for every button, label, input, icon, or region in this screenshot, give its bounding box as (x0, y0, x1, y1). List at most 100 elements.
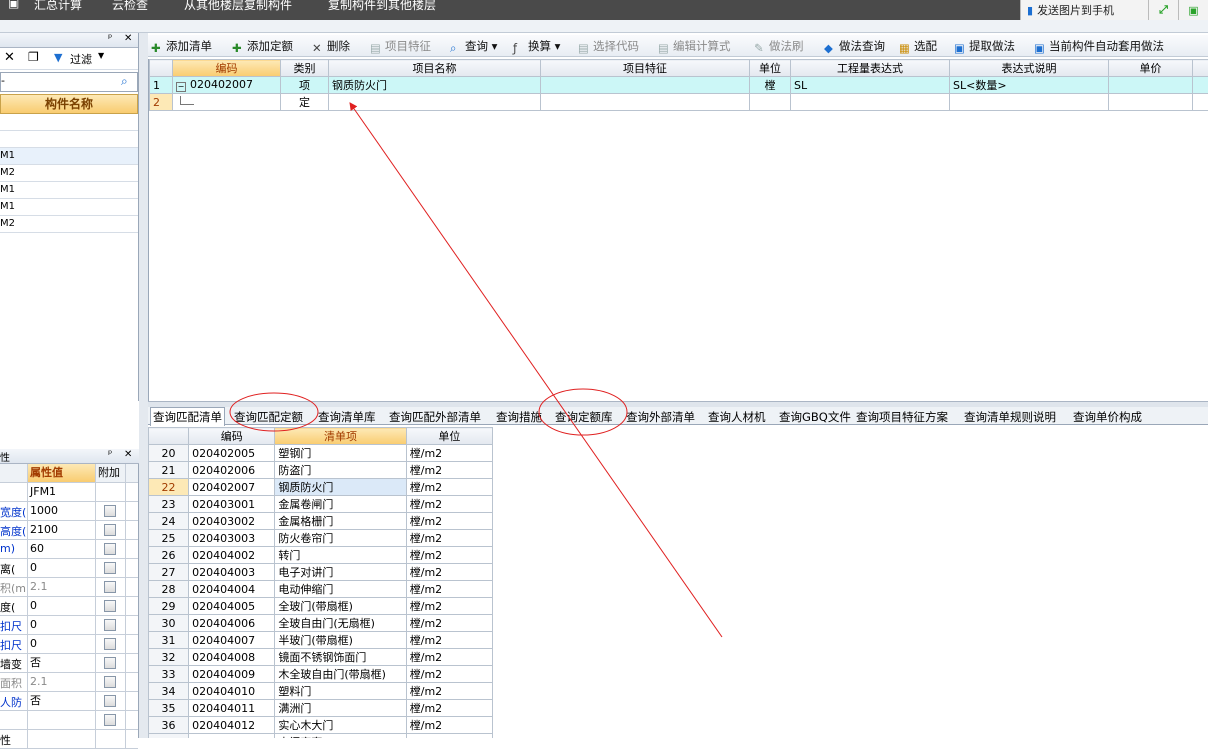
code-cell[interactable]: 020403003 (189, 530, 275, 547)
property-value[interactable]: 1000 (27, 502, 95, 520)
unit-cell[interactable]: 樘/m2 (406, 598, 492, 615)
tab-7[interactable]: 查询人材机 (708, 409, 766, 425)
pin-icon[interactable]: ᵖ (108, 449, 112, 460)
bill-item-cell[interactable]: 电子对讲门 (275, 564, 406, 581)
bill-item-cell[interactable]: 钢质防火门 (275, 479, 406, 496)
expression-desc-cell[interactable]: SL<数量> (950, 77, 1109, 94)
code-cell[interactable]: 020404005 (189, 598, 275, 615)
collapse-icon[interactable]: − (176, 82, 186, 92)
code-cell[interactable]: 020404003 (189, 564, 275, 581)
table-row[interactable]: 24020403002金属格栅门樘/m2 (149, 513, 493, 530)
code-cell[interactable]: −020402007 (173, 77, 281, 94)
feature-cell[interactable] (541, 77, 750, 94)
name-cell[interactable]: 钢质防火门 (329, 77, 541, 94)
type-column-header[interactable]: 类别 (281, 60, 329, 77)
extract-button[interactable]: ▣提取做法 (954, 38, 1015, 54)
unit-cell[interactable]: 樘/m2 (406, 717, 492, 734)
bill-item-cell[interactable]: 塑料门 (275, 683, 406, 700)
code-cell[interactable]: 020402006 (189, 462, 275, 479)
unit-cell[interactable]: 樘/m2 (406, 496, 492, 513)
list-item-empty[interactable] (0, 131, 138, 148)
name-column-header[interactable]: 项目名称 (329, 60, 541, 77)
property-value[interactable]: 0 (27, 597, 95, 615)
unit-cell[interactable]: 樘/m2 (406, 615, 492, 632)
checkbox[interactable] (104, 657, 116, 669)
price-cell[interactable] (1109, 77, 1193, 94)
send-to-phone-button[interactable]: ▮ 发送图片到手机 (1020, 0, 1148, 20)
unit-column-header[interactable]: 单位 (750, 60, 791, 77)
property-value[interactable]: 2.1 (27, 673, 95, 691)
tab-4[interactable]: 查询措施 (496, 409, 542, 425)
list-item[interactable]: M2 (0, 165, 138, 182)
bill-item-cell[interactable]: 全玻门(带扇框) (275, 598, 406, 615)
code-cell[interactable]: 020404007 (189, 632, 275, 649)
property-value[interactable]: 60 (27, 540, 95, 558)
tab-10[interactable]: 查询清单规则说明 (964, 409, 1056, 425)
table-row[interactable]: 30020404006全玻自由门(无扇框)樘/m2 (149, 615, 493, 632)
unit-cell[interactable]: 樘/m2 (406, 666, 492, 683)
table-row[interactable]: 34020404010塑料门樘/m2 (149, 683, 493, 700)
bill-item-cell[interactable]: 实心木大门 (275, 717, 406, 734)
bill-item-cell[interactable]: 镜面不锈钢饰面门 (275, 649, 406, 666)
chevron-down-icon[interactable]: ▾ (488, 39, 497, 53)
unit-cell[interactable]: 樘/m2 (406, 530, 492, 547)
feature-button[interactable]: ▤项目特征 (370, 38, 431, 54)
name-cell[interactable] (329, 94, 541, 111)
unit-cell[interactable]: 樘/m2 (406, 649, 492, 666)
property-value[interactable]: 0 (27, 616, 95, 634)
code-cell[interactable] (173, 94, 281, 111)
price-column-header[interactable]: 单价 (1109, 60, 1193, 77)
table-row[interactable]: 29020404005全玻门(带扇框)樘/m2 (149, 598, 493, 615)
tab-2[interactable]: 查询清单库 (318, 409, 376, 425)
property-row[interactable]: JFM1 (0, 483, 138, 502)
property-value[interactable]: 2.1 (27, 578, 95, 596)
feature-column-header[interactable]: 项目特征 (541, 60, 750, 77)
bill-item-cell[interactable]: 金属卷闸门 (275, 496, 406, 513)
property-row[interactable]: 离(0 (0, 559, 138, 578)
formula-button[interactable]: ƒ换算 ▾ (513, 38, 560, 54)
summary-calc-button[interactable]: 汇总计算 (34, 0, 82, 13)
tab-6[interactable]: 查询外部清单 (626, 409, 695, 425)
checkbox[interactable] (104, 638, 116, 650)
expression-cell[interactable] (791, 94, 950, 111)
checkbox[interactable] (104, 714, 116, 726)
table-row[interactable]: 37020407001木门窗套m2 (149, 734, 493, 739)
property-row[interactable]: 宽度(1000 (0, 502, 138, 521)
bill-item-cell[interactable]: 塑钢门 (275, 445, 406, 462)
code-cell[interactable]: 020407001 (189, 734, 275, 739)
unit-cell[interactable]: 樘/m2 (406, 632, 492, 649)
close-icon[interactable]: ✕ (124, 33, 132, 44)
checkbox[interactable] (104, 524, 116, 536)
bill-item-column-header[interactable]: 清单项 (275, 428, 406, 445)
property-value[interactable] (27, 730, 95, 748)
bill-item-cell[interactable]: 木门窗套 (275, 734, 406, 739)
code-cell[interactable]: 020404011 (189, 700, 275, 717)
expression-desc-column-header[interactable]: 表达式说明 (950, 60, 1109, 77)
list-item[interactable]: M1 (0, 199, 138, 216)
auto-apply-button[interactable]: ▣当前构件自动套用做法 (1034, 38, 1164, 54)
chevron-down-icon[interactable]: ▼ (98, 51, 104, 60)
code-cell[interactable]: 020403001 (189, 496, 275, 513)
table-row[interactable]: 2 定 (150, 94, 1208, 111)
table-row[interactable]: 27020404003电子对讲门樘/m2 (149, 564, 493, 581)
match-button[interactable]: ▦选配 (899, 38, 937, 54)
edit-formula-button[interactable]: ▤编辑计算式 (658, 38, 731, 54)
code-cell[interactable]: 020404002 (189, 547, 275, 564)
brush-button[interactable]: ✎做法刷 (754, 38, 804, 54)
expression-desc-cell[interactable] (950, 94, 1109, 111)
bill-item-cell[interactable]: 转门 (275, 547, 406, 564)
bill-item-cell[interactable]: 防盗门 (275, 462, 406, 479)
list-item-empty[interactable] (0, 114, 138, 131)
unit-cell[interactable]: m2 (406, 734, 492, 739)
code-button[interactable]: ▤选择代码 (578, 38, 639, 54)
bill-item-cell[interactable]: 满洲门 (275, 700, 406, 717)
unit-cell[interactable]: 樘/m2 (406, 547, 492, 564)
unit-cell[interactable]: 樘/m2 (406, 513, 492, 530)
property-value[interactable]: JFM1 (27, 483, 95, 501)
checkbox[interactable] (104, 695, 116, 707)
copy-to-floor-button[interactable]: 复制构件到其他楼层 (328, 0, 436, 13)
code-column-header[interactable]: 编码 (173, 60, 281, 77)
property-value[interactable]: 0 (27, 635, 95, 653)
code-cell[interactable]: 020404010 (189, 683, 275, 700)
unit-cell[interactable] (750, 94, 791, 111)
